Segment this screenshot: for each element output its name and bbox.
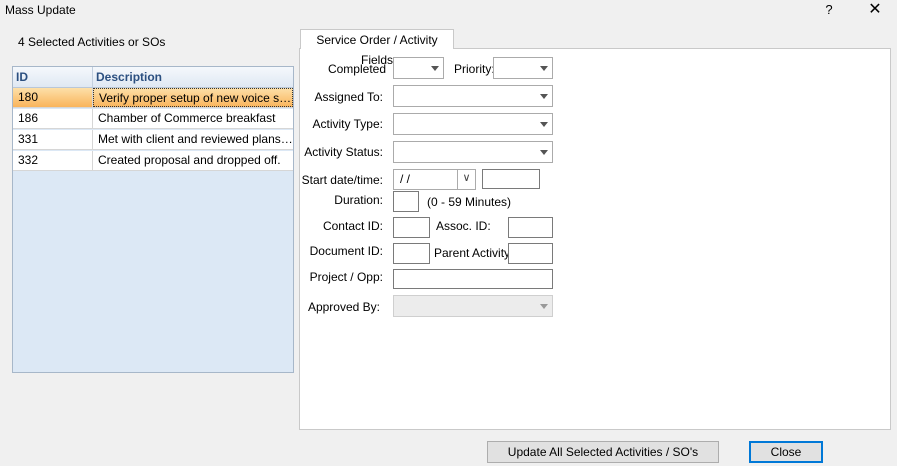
document-id-input[interactable] [393,243,430,264]
table-row[interactable]: 186 Chamber of Commerce breakfast [13,109,293,129]
tab-service-order-fields[interactable]: Service Order / Activity Fields [300,29,454,67]
cell-id: 332 [13,151,93,170]
activity-type-label: Activity Type: [312,117,383,131]
table-row[interactable]: 180 Verify proper setup of new voice sys… [13,88,293,108]
contact-id-label: Contact ID: [322,219,383,233]
approved-by-label: Approved By: [307,300,380,314]
assoc-id-label: Assoc. ID: [436,219,491,233]
cell-id: 180 [13,88,93,107]
approved-by-dropdown [393,295,553,317]
priority-label: Priority: [454,62,495,76]
cell-id: 186 [13,109,93,128]
cell-description: Met with client and reviewed plans for [98,132,293,146]
close-icon[interactable]: ✕ [864,0,886,20]
update-all-button[interactable]: Update All Selected Activities / SO's [487,441,719,463]
parent-activity-label: Parent Activity: [434,246,514,260]
chevron-down-icon [535,142,552,162]
grid-header: ID Description [13,67,293,88]
activity-status-label: Activity Status: [304,145,383,159]
window-title: Mass Update [5,3,76,17]
duration-label: Duration: [334,193,383,207]
project-opp-input[interactable] [393,269,553,289]
table-row[interactable]: 331 Met with client and reviewed plans f… [13,130,293,150]
duration-input[interactable] [393,191,419,212]
assigned-to-dropdown[interactable] [393,85,553,107]
fields-panel [299,48,891,430]
duration-hint: (0 - 59 Minutes) [427,195,512,209]
cell-description: Verify proper setup of new voice system [93,88,293,107]
activity-status-dropdown[interactable] [393,141,553,163]
cell-id: 331 [13,130,93,149]
activities-grid[interactable]: ID Description 180 Verify proper setup o… [12,66,294,373]
contact-id-input[interactable] [393,217,430,238]
assoc-id-input[interactable] [508,217,553,238]
cell-description: Chamber of Commerce breakfast [98,111,276,125]
close-button[interactable]: Close [749,441,823,463]
column-header-id[interactable]: ID [13,67,93,87]
chevron-down-icon [535,296,552,316]
document-id-label: Document ID: [309,244,383,258]
parent-activity-input[interactable] [508,243,553,264]
completed-dropdown[interactable] [393,57,444,79]
help-icon[interactable]: ? [818,0,840,20]
chevron-down-icon [535,114,552,134]
cell-description: Created proposal and dropped off. [98,153,281,167]
start-time-input[interactable] [482,169,540,189]
activity-type-dropdown[interactable] [393,113,553,135]
assigned-to-label: Assigned To: [314,90,384,104]
table-row[interactable]: 332 Created proposal and dropped off. [13,151,293,171]
start-date-picker[interactable]: / / ∨ [393,169,476,190]
project-opp-label: Project / Opp: [309,270,383,284]
column-header-description[interactable]: Description [93,67,293,87]
chevron-down-icon [426,58,443,78]
priority-dropdown[interactable] [493,57,553,79]
start-datetime-label: Start date/time: [301,173,383,187]
start-date-value: / / [400,172,411,186]
chevron-down-icon [535,58,552,78]
chevron-down-icon[interactable]: ∨ [457,170,475,189]
chevron-down-icon [535,86,552,106]
selection-count-label: 4 Selected Activities or SOs [18,35,166,49]
